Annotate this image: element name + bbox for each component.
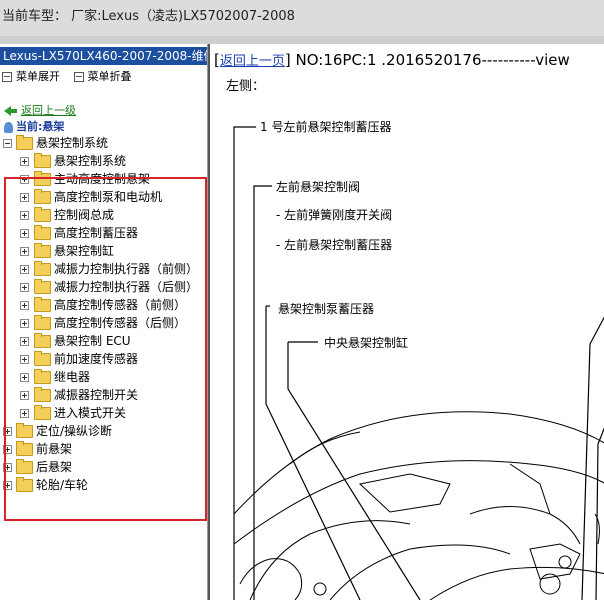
tree-node-child[interactable]: 高度控制泵和电动机 [0, 188, 207, 206]
folder-icon [34, 153, 51, 168]
folder-icon [34, 225, 51, 240]
folder-icon [16, 441, 33, 456]
tree-node-child[interactable]: 控制阀总成 [0, 206, 207, 224]
tree-node-child[interactable]: 前加速度传感器 [0, 350, 207, 368]
folder-icon [34, 351, 51, 366]
expand-toggle-icon[interactable] [20, 175, 29, 184]
callout-1: 1 号左前悬架控制蓄压器 [260, 120, 392, 134]
folder-icon [34, 387, 51, 402]
expand-toggle-icon[interactable] [20, 229, 29, 238]
location-pin-icon [4, 121, 13, 133]
expand-menu-button[interactable]: 菜单展开 [2, 68, 60, 84]
folder-icon [16, 135, 33, 150]
expand-toggle-icon[interactable] [20, 373, 29, 382]
tree-node-child[interactable]: 悬架控制 ECU [0, 332, 207, 350]
expand-toggle-icon[interactable] [20, 283, 29, 292]
folder-icon [16, 423, 33, 438]
tree-node-child[interactable]: 高度控制传感器（后侧） [0, 314, 207, 332]
expand-toggle-icon[interactable] [3, 463, 12, 472]
folder-icon [34, 243, 51, 258]
expand-toggle-icon[interactable] [20, 355, 29, 364]
tree-node-sibling[interactable]: 后悬架 [0, 458, 207, 476]
callout-2: 左前悬架控制阀 [276, 180, 361, 194]
folder-icon [34, 315, 51, 330]
tree-node-root[interactable]: 悬架控制系统 [0, 134, 207, 152]
folder-icon [34, 207, 51, 222]
folder-icon [34, 189, 51, 204]
tree-node-child[interactable]: 进入模式开关 [0, 404, 207, 422]
collapse-menu-button[interactable]: 菜单折叠 [73, 68, 132, 84]
window-title: 当前车型： 厂家:Lexus（凌志)LX5702007-2008 [2, 9, 295, 24]
folder-icon [16, 477, 33, 492]
back-up-link[interactable]: 返回上一级 [4, 102, 76, 118]
toolbar-strip [0, 36, 604, 44]
folder-icon [34, 333, 51, 348]
tree-node-child[interactable]: 继电器 [0, 368, 207, 386]
folder-icon [34, 279, 51, 294]
expand-toggle-icon[interactable] [20, 337, 29, 346]
tree-node-child[interactable]: 高度控制传感器（前侧） [0, 296, 207, 314]
left-nav-panel: Lexus-LX570LX460-2007-2008-维修 菜单展开 菜单折叠 … [0, 44, 208, 600]
tree-node-child[interactable]: 高度控制蓄压器 [0, 224, 207, 242]
callout-3: - 左前弹簧刚度开关阀 [276, 208, 393, 222]
tree-node-child[interactable]: 悬架控制系统 [0, 152, 207, 170]
expand-toggle-icon[interactable] [3, 445, 12, 454]
content-panel: [返回上一页] NO:16PC:1 .2016520176----------v… [208, 44, 604, 600]
folder-icon [34, 261, 51, 276]
tree-node-child[interactable]: 主动高度控制悬架 [0, 170, 207, 188]
tree-node-child[interactable]: 减振力控制执行器（后侧） [0, 278, 207, 296]
expand-icon [2, 72, 12, 82]
tree-node-child[interactable]: 悬架控制缸 [0, 242, 207, 260]
current-location: 当前:悬架 [4, 118, 64, 134]
expand-toggle-icon[interactable] [20, 265, 29, 274]
tree-node-child[interactable]: 减振力控制执行器（前侧） [0, 260, 207, 278]
folder-icon [34, 297, 51, 312]
folder-icon [16, 459, 33, 474]
expand-toggle-icon[interactable] [20, 157, 29, 166]
expand-toggle-icon[interactable] [20, 193, 29, 202]
tree-node-sibling[interactable]: 轮胎/车轮 [0, 476, 207, 494]
collapse-icon [73, 72, 84, 82]
expand-toggle-icon[interactable] [3, 481, 12, 490]
collapse-toggle-icon[interactable] [3, 139, 12, 148]
expand-toggle-icon[interactable] [20, 211, 29, 220]
tree-node-sibling[interactable]: 定位/操纵诊断 [0, 422, 207, 440]
expand-toggle-icon[interactable] [20, 247, 29, 256]
folder-icon [34, 171, 51, 186]
expand-toggle-icon[interactable] [20, 319, 29, 328]
tree-node-sibling[interactable]: 前悬架 [0, 440, 207, 458]
folder-icon [34, 405, 51, 420]
callout-4: - 左前悬架控制蓄压器 [276, 238, 393, 252]
green-back-arrow-icon [4, 106, 11, 116]
nav-tree: 悬架控制系统 悬架控制系统 主动高度控制悬架 高度控制泵和电动机 控制阀总成 高… [0, 134, 207, 494]
panel-header: Lexus-LX570LX460-2007-2008-维修 [0, 47, 207, 65]
expand-toggle-icon[interactable] [20, 391, 29, 400]
callout-5: 悬架控制泵蓄压器 [278, 302, 375, 316]
expand-toggle-icon[interactable] [20, 409, 29, 418]
tree-node-child[interactable]: 减振器控制开关 [0, 386, 207, 404]
menu-controls: 菜单展开 菜单折叠 [2, 68, 142, 84]
expand-toggle-icon[interactable] [3, 427, 12, 436]
callout-6: 中央悬架控制缸 [324, 336, 409, 350]
expand-toggle-icon[interactable] [20, 301, 29, 310]
folder-icon [34, 369, 51, 384]
